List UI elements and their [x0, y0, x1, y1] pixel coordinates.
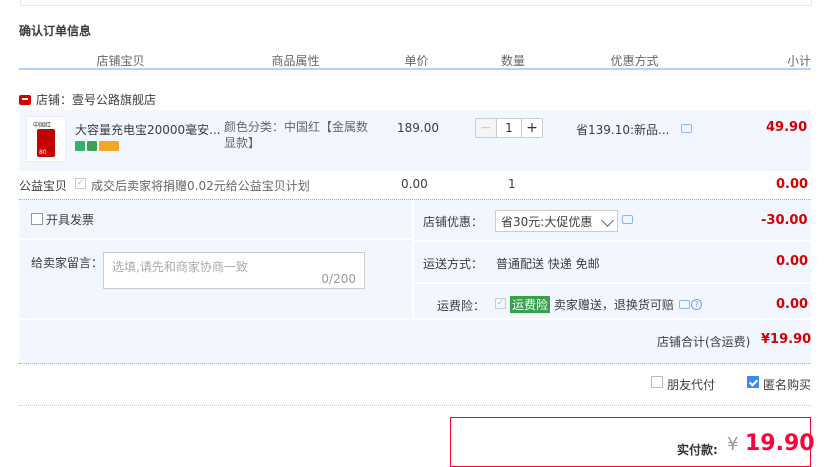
anonymous-checkbox[interactable]: [747, 376, 759, 388]
invoice-checkbox[interactable]: [31, 213, 43, 225]
charity-qty: 1: [508, 177, 516, 191]
quantity-stepper: − 1 +: [475, 118, 543, 138]
quantity-input[interactable]: 1: [497, 118, 521, 138]
invoice-label[interactable]: 开具发票: [46, 211, 94, 228]
credit-card-icon: [99, 141, 119, 151]
thumb-number: 80: [39, 149, 47, 156]
memo-label: 给卖家留言：: [31, 256, 104, 270]
shop-discount-label: 店铺优惠：: [423, 215, 484, 229]
col-quantity: 数量: [500, 54, 525, 68]
shipping-value: 普通配送 快递 免邮: [496, 257, 600, 271]
panel-divider: [19, 318, 811, 320]
charity-subtotal: 0.00: [776, 177, 809, 192]
col-price: 单价: [404, 54, 429, 68]
col-attribute: 商品属性: [271, 54, 320, 68]
charity-text: 成交后卖家将捐赠0.02元给公益宝贝计划: [91, 179, 310, 193]
discount-info-icon[interactable]: [681, 124, 692, 133]
panel-divider: [414, 240, 811, 242]
col-shop-item: 店铺宝贝: [96, 54, 145, 68]
insurance-text: 卖家赠送，退换货可赔: [553, 298, 674, 312]
insurance-amount: 0.00: [776, 297, 809, 312]
guarantee-icon: [87, 141, 97, 151]
charity-label: 公益宝贝: [19, 179, 68, 193]
product-title[interactable]: 大容量充电宝20000毫安...: [75, 121, 220, 138]
seven-day-return-icon: [75, 141, 85, 151]
divider: [19, 405, 811, 406]
charity-price: 0.00: [401, 177, 428, 191]
panel-divider: [414, 282, 811, 284]
pay-amount: 19.90: [745, 431, 815, 456]
shipping-amount: 0.00: [776, 254, 809, 269]
insurance-checkbox: ✓: [495, 298, 506, 309]
pay-label: 实付款:: [677, 443, 718, 457]
panel-divider: [412, 200, 414, 318]
tmall-icon: [19, 94, 31, 105]
shop-total-label: 店铺合计(含运费): [657, 335, 751, 349]
memo-field[interactable]: 0/200: [103, 252, 365, 289]
column-header: 店铺宝贝 商品属性 单价 数量 优惠方式 小计: [19, 52, 811, 70]
shop-discount-amount: -30.00: [761, 213, 808, 228]
thumb-brand: 中国红: [33, 122, 52, 129]
col-discount: 优惠方式: [610, 54, 659, 68]
shipping-label: 运送方式：: [423, 257, 484, 271]
shop-row: 店铺：壹号公路旗舰店: [19, 91, 156, 108]
shop-total-amount: ¥19.90: [761, 332, 812, 347]
increase-button[interactable]: +: [521, 118, 543, 138]
discount-text: 省139.10:新品...: [576, 123, 670, 137]
shop-discount-select[interactable]: 省30元:大促优惠: [495, 210, 618, 232]
friend-pay-checkbox[interactable]: [651, 376, 663, 388]
insurance-badge: 运费险: [510, 296, 551, 313]
item-subtotal: 49.90: [766, 120, 808, 135]
unit-price: 189.00: [397, 121, 439, 135]
insurance-row: 运费险 卖家赠送，退换货可赔: [510, 296, 674, 313]
panel-divider: [19, 238, 412, 240]
section-title: 确认订单信息: [19, 24, 92, 38]
insurance-info-icon[interactable]: [679, 300, 690, 309]
help-icon[interactable]: ?: [691, 299, 702, 310]
item-row: [19, 110, 811, 171]
anonymous-label[interactable]: 匿名购买: [763, 376, 811, 393]
friend-pay-label[interactable]: 朋友代付: [667, 376, 715, 393]
product-attribute: 颜色分类：中国红【金属数显款】: [224, 120, 369, 150]
charity-checkbox: ✓: [75, 178, 86, 189]
product-thumbnail[interactable]: 中国红 80: [26, 116, 66, 162]
shop-name[interactable]: 店铺：壹号公路旗舰店: [36, 91, 156, 108]
discount-info-icon[interactable]: [622, 215, 633, 224]
memo-char-count: 0/200: [321, 272, 356, 286]
insurance-label: 运费险：: [437, 299, 486, 313]
chevron-down-icon: [601, 214, 614, 227]
decrease-button[interactable]: −: [475, 118, 497, 138]
service-badges: [75, 141, 119, 151]
shop-discount-selected: 省30元:大促优惠: [501, 214, 593, 229]
previous-section-box: [20, 0, 812, 6]
pay-currency: ¥: [727, 434, 739, 455]
col-subtotal: 小计: [786, 54, 811, 68]
